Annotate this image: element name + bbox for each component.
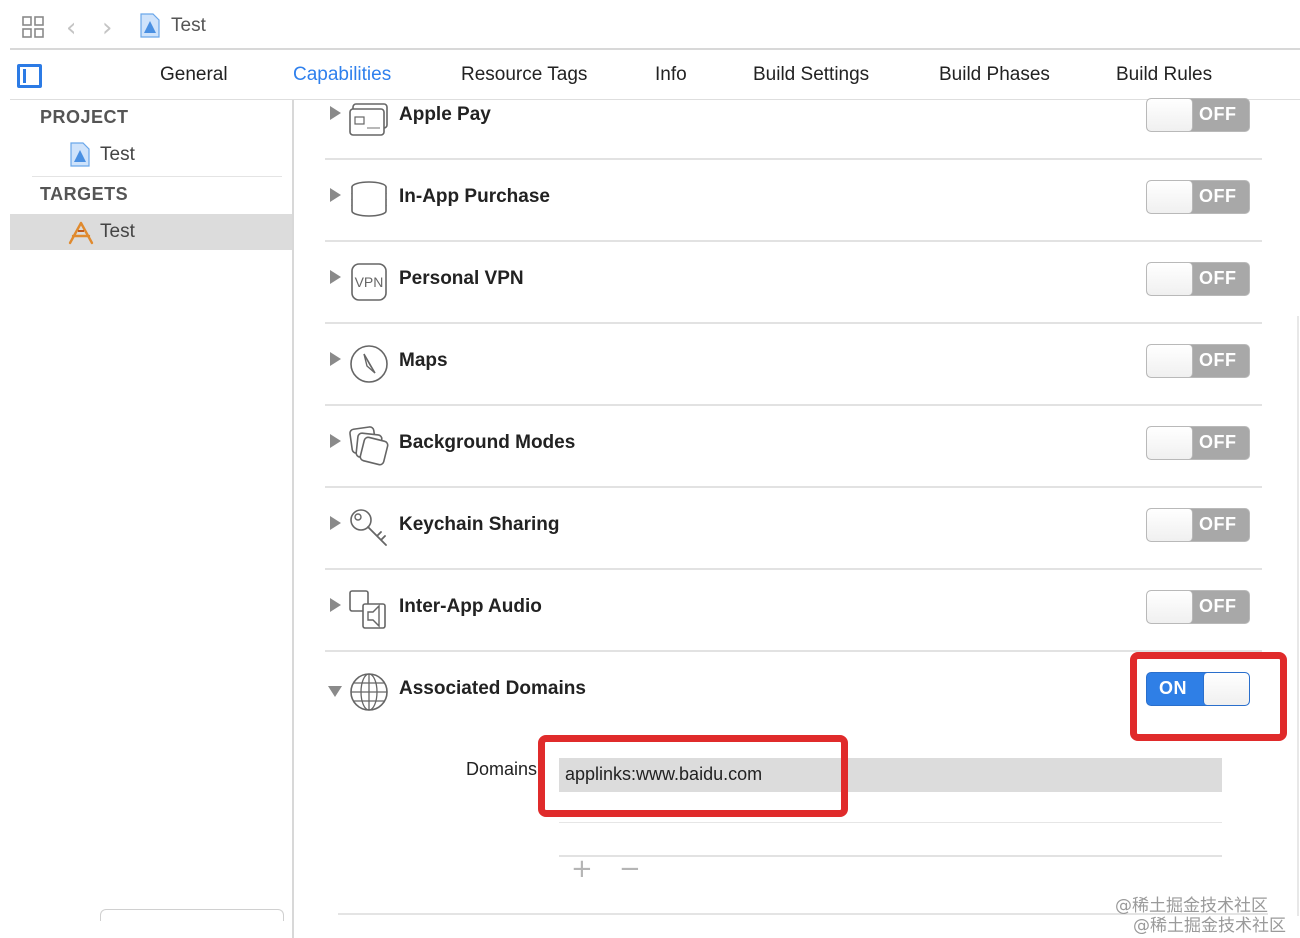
forward-chevron-icon[interactable]: › xyxy=(102,13,112,43)
toggle-state: OFF xyxy=(1199,268,1237,288)
apple-pay-icon xyxy=(349,103,388,136)
capability-toggle-background-modes[interactable]: OFF xyxy=(1146,426,1250,460)
disclosure-triangle-icon[interactable] xyxy=(330,516,341,530)
disclosure-triangle-icon[interactable] xyxy=(330,434,341,448)
capability-toggle-keychain-sharing[interactable]: OFF xyxy=(1146,508,1250,542)
toggle-state: OFF xyxy=(1199,104,1237,124)
domains-label: Domains xyxy=(466,759,538,779)
vpn-icon: VPN xyxy=(351,263,387,301)
capability-row-in-app-purchase: In-App Purchase OFF xyxy=(325,160,1262,242)
disclosure-triangle-icon[interactable] xyxy=(330,188,341,202)
capability-toggle-maps[interactable]: OFF xyxy=(1146,344,1250,378)
sidebar-item-label: Test xyxy=(100,221,135,242)
add-domain-button[interactable]: + xyxy=(571,854,593,884)
capability-toggle-personal-vpn[interactable]: OFF xyxy=(1146,262,1250,296)
capability-row-maps: Maps OFF xyxy=(325,324,1262,406)
toggle-knob xyxy=(1147,427,1193,459)
app-target-icon xyxy=(68,221,94,245)
disclosure-triangle-icon[interactable] xyxy=(330,598,341,612)
related-items-grid-icon[interactable] xyxy=(22,16,44,38)
capability-name: Personal VPN xyxy=(399,268,524,289)
toggle-state: OFF xyxy=(1199,596,1237,616)
highlight-box-domain xyxy=(538,735,848,817)
svg-text:VPN: VPN xyxy=(355,274,384,290)
capability-row-apple-pay: Apple Pay OFF xyxy=(325,78,1262,160)
capability-toggle-inter-app-audio[interactable]: OFF xyxy=(1146,590,1250,624)
toggle-state: OFF xyxy=(1199,350,1237,370)
breadcrumb-file[interactable]: Test xyxy=(171,15,206,37)
back-chevron-icon[interactable]: ‹ xyxy=(66,13,76,43)
toggle-state: OFF xyxy=(1199,514,1237,534)
remove-domain-button[interactable]: − xyxy=(619,854,641,884)
toggle-state: OFF xyxy=(1199,186,1237,206)
project-section-header: PROJECT xyxy=(40,107,129,127)
capability-toggle-in-app-purchase[interactable]: OFF xyxy=(1146,180,1250,214)
sidebar-item-target-test[interactable]: Test xyxy=(10,214,292,250)
highlight-box-toggle xyxy=(1130,652,1287,741)
toggle-knob xyxy=(1147,591,1193,623)
compass-icon xyxy=(350,345,388,383)
toggle-state: OFF xyxy=(1199,432,1237,452)
capability-name: Apple Pay xyxy=(399,104,491,125)
capability-toggle-apple-pay[interactable]: OFF xyxy=(1146,98,1250,132)
scrollbar-track[interactable] xyxy=(1297,316,1299,916)
capability-name: Associated Domains xyxy=(399,678,586,699)
capability-name: Maps xyxy=(399,350,448,371)
globe-icon xyxy=(350,673,388,711)
capability-row-keychain-sharing: Keychain Sharing OFF xyxy=(325,488,1262,570)
disclosure-triangle-expanded-icon[interactable] xyxy=(328,686,342,697)
sidebar-item-label: Test xyxy=(100,144,135,165)
capability-row-personal-vpn: VPN Personal VPN OFF xyxy=(325,242,1262,324)
key-icon xyxy=(350,509,387,546)
watermark-text: @稀土掘金技术社区 xyxy=(1133,916,1286,936)
toggle-knob xyxy=(1147,345,1193,377)
sidebar-divider xyxy=(32,176,282,177)
jump-bar: ‹ › Test xyxy=(10,0,1300,50)
targets-section-header: TARGETS xyxy=(40,184,129,204)
stacked-windows-icon xyxy=(349,426,389,466)
sidebar-filter-field[interactable] xyxy=(100,909,284,921)
project-file-icon xyxy=(140,13,160,38)
speaker-icon xyxy=(349,590,386,629)
sidebar-toggle-icon[interactable] xyxy=(17,64,42,88)
capability-name: Inter-App Audio xyxy=(399,596,542,617)
toggle-knob xyxy=(1147,181,1193,213)
capability-name: In-App Purchase xyxy=(399,186,550,207)
capability-row-background-modes: Background Modes OFF xyxy=(325,406,1262,488)
domains-table-bottom xyxy=(559,855,1222,857)
domains-table-divider xyxy=(559,822,1222,823)
project-file-icon xyxy=(70,142,90,167)
tab-general[interactable]: General xyxy=(160,64,228,86)
capability-name: Keychain Sharing xyxy=(399,514,560,535)
project-navigator-sidebar: PROJECT Test TARGETS Test xyxy=(10,100,294,938)
disclosure-triangle-icon[interactable] xyxy=(330,352,341,366)
capability-row-inter-app-audio: Inter-App Audio OFF xyxy=(325,570,1262,652)
disclosure-triangle-icon[interactable] xyxy=(330,106,341,120)
toggle-knob xyxy=(1147,509,1193,541)
capability-name: Background Modes xyxy=(399,432,576,453)
coin-stack-icon xyxy=(351,181,387,217)
disclosure-triangle-icon[interactable] xyxy=(330,270,341,284)
sidebar-item-project-test[interactable]: Test xyxy=(10,137,292,173)
toggle-knob xyxy=(1147,263,1193,295)
toggle-knob xyxy=(1147,99,1193,131)
